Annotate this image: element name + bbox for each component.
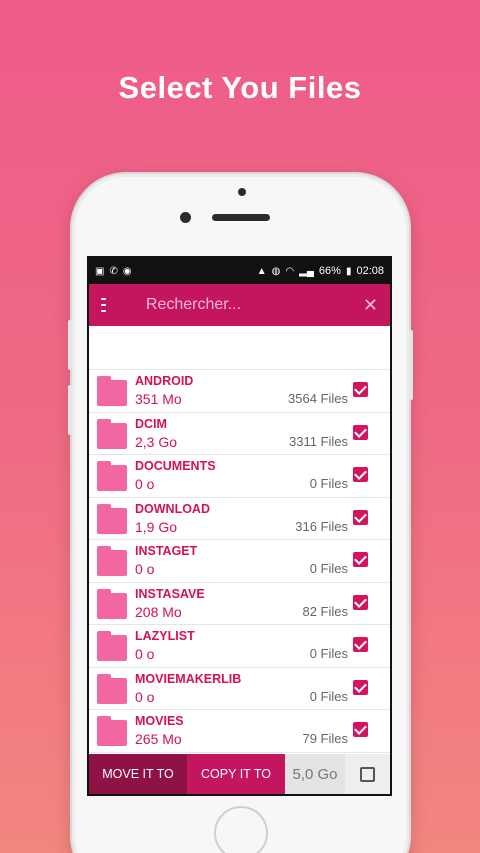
checked-checkbox-icon[interactable] <box>353 467 368 482</box>
battery-level: 66% <box>318 265 341 277</box>
phone-icon: ✆ <box>109 265 118 277</box>
search-input[interactable] <box>145 296 353 314</box>
folder-name: MOVIES <box>135 714 184 728</box>
folder-size: 351 Mo <box>135 391 182 407</box>
folder-file-count: 3311 Files <box>288 433 348 449</box>
checked-checkbox-icon[interactable] <box>353 424 368 440</box>
folder-size: 0 o <box>135 688 155 705</box>
checked-checkbox-icon[interactable] <box>353 382 368 397</box>
folder-file-count: 0 Files <box>309 646 348 661</box>
folder-row[interactable]: MOVIEMAKERLIB 0 o 0 Files <box>89 668 390 710</box>
menu-icon[interactable] <box>101 298 106 312</box>
folder-icon <box>97 631 127 661</box>
unchecked-box-icon[interactable] <box>360 766 375 782</box>
close-icon[interactable]: ✕ <box>353 295 378 316</box>
folder-name: LAZYLIST <box>135 629 195 643</box>
total-size: 5,0 Go <box>285 754 345 794</box>
app-bar: ✕ <box>89 284 390 326</box>
folder-icon <box>97 376 127 406</box>
bottom-action-bar: MOVE IT TO COPY IT TO 5,0 Go <box>89 754 390 794</box>
checked-checkbox-icon[interactable] <box>353 679 368 695</box>
folder-icon <box>97 503 127 534</box>
folder-size: 1,9 Go <box>135 518 178 535</box>
wifi-icon: ◠ <box>285 265 295 277</box>
folder-file-count: 316 Files <box>295 518 348 534</box>
sync-icon: ◉ <box>122 265 132 277</box>
folder-size: 0 o <box>135 476 155 492</box>
phone-sensor <box>238 188 246 196</box>
move-button[interactable]: MOVE IT TO <box>89 754 187 794</box>
image-icon: ▣ <box>95 265 105 277</box>
folder-name: INSTASAVE <box>135 586 205 601</box>
folder-name: DOWNLOAD <box>135 501 210 516</box>
folder-file-count: 0 Files <box>309 561 348 576</box>
folder-icon <box>97 716 127 746</box>
folder-row[interactable]: DOCUMENTS 0 o 0 Files <box>89 455 390 498</box>
folder-row[interactable]: LAZYLIST 0 o 0 Files <box>89 625 390 668</box>
folder-name: DOCUMENTS <box>135 459 216 473</box>
phone-side-button <box>68 320 72 370</box>
folder-file-count: 0 Files <box>309 688 348 704</box>
folder-row[interactable]: MOVIES 265 Mo 79 Files <box>89 710 390 753</box>
folder-row[interactable]: ANDROID 351 Mo 3564 Files <box>89 370 390 413</box>
folder-file-count: 79 Files <box>302 731 348 746</box>
battery-icon: ▮ <box>345 265 352 277</box>
phone-speaker <box>212 214 270 221</box>
signal-icon: ▂▄ <box>299 265 314 277</box>
folder-icon <box>97 588 127 619</box>
lock-icon: ▲ <box>256 265 267 277</box>
status-time: 02:08 <box>356 265 384 277</box>
phone-camera <box>180 212 191 223</box>
folder-row[interactable]: INSTAGET 0 o 0 Files <box>89 540 390 583</box>
folder-icon <box>97 461 127 491</box>
folder-size: 265 Mo <box>135 731 182 747</box>
checked-checkbox-icon[interactable] <box>353 509 368 525</box>
folder-size: 0 o <box>135 646 155 662</box>
folder-list: ANDROID 351 Mo 3564 Files DCIM 2,3 Go 3311 Fi… <box>89 370 390 753</box>
folder-name: INSTAGET <box>135 544 198 558</box>
folder-name: ANDROID <box>135 374 194 388</box>
folder-icon <box>97 418 127 449</box>
phone-power-button <box>409 330 413 400</box>
folder-icon <box>97 673 127 704</box>
status-bar: ▣ ✆ ◉ ▲ ◍ ◠ ▂▄ 66% ▮ 02:08 <box>89 258 390 284</box>
phone-screen: ▣ ✆ ◉ ▲ ◍ ◠ ▂▄ 66% ▮ 02:08 ✕ ANDROID 351 … <box>87 256 392 796</box>
folder-row[interactable]: INSTASAVE 208 Mo 82 Files <box>89 583 390 625</box>
phone-side-button <box>68 385 72 435</box>
copy-button[interactable]: COPY IT TO <box>187 754 285 794</box>
alarm-icon: ◍ <box>271 265 281 277</box>
folder-file-count: 0 Files <box>309 476 348 491</box>
select-all-checkbox[interactable] <box>345 754 390 794</box>
checked-checkbox-icon[interactable] <box>353 637 368 652</box>
folder-icon <box>97 546 127 576</box>
folder-size: 0 o <box>135 561 155 577</box>
folder-row[interactable]: DOWNLOAD 1,9 Go 316 Files <box>89 498 390 540</box>
checked-checkbox-icon[interactable] <box>353 552 368 567</box>
folder-row[interactable]: DCIM 2,3 Go 3311 Files <box>89 413 390 455</box>
folder-file-count: 3564 Files <box>288 391 348 406</box>
checked-checkbox-icon[interactable] <box>353 722 368 737</box>
folder-name: DCIM <box>135 416 167 431</box>
headline: Select You Files <box>118 70 362 105</box>
folder-size: 208 Mo <box>135 603 182 620</box>
folder-name: MOVIEMAKERLIB <box>135 671 242 686</box>
list-header-space <box>89 326 390 370</box>
checked-checkbox-icon[interactable] <box>353 594 368 610</box>
folder-file-count: 82 Files <box>302 603 348 619</box>
home-button[interactable] <box>214 806 268 853</box>
folder-size: 2,3 Go <box>135 433 178 450</box>
